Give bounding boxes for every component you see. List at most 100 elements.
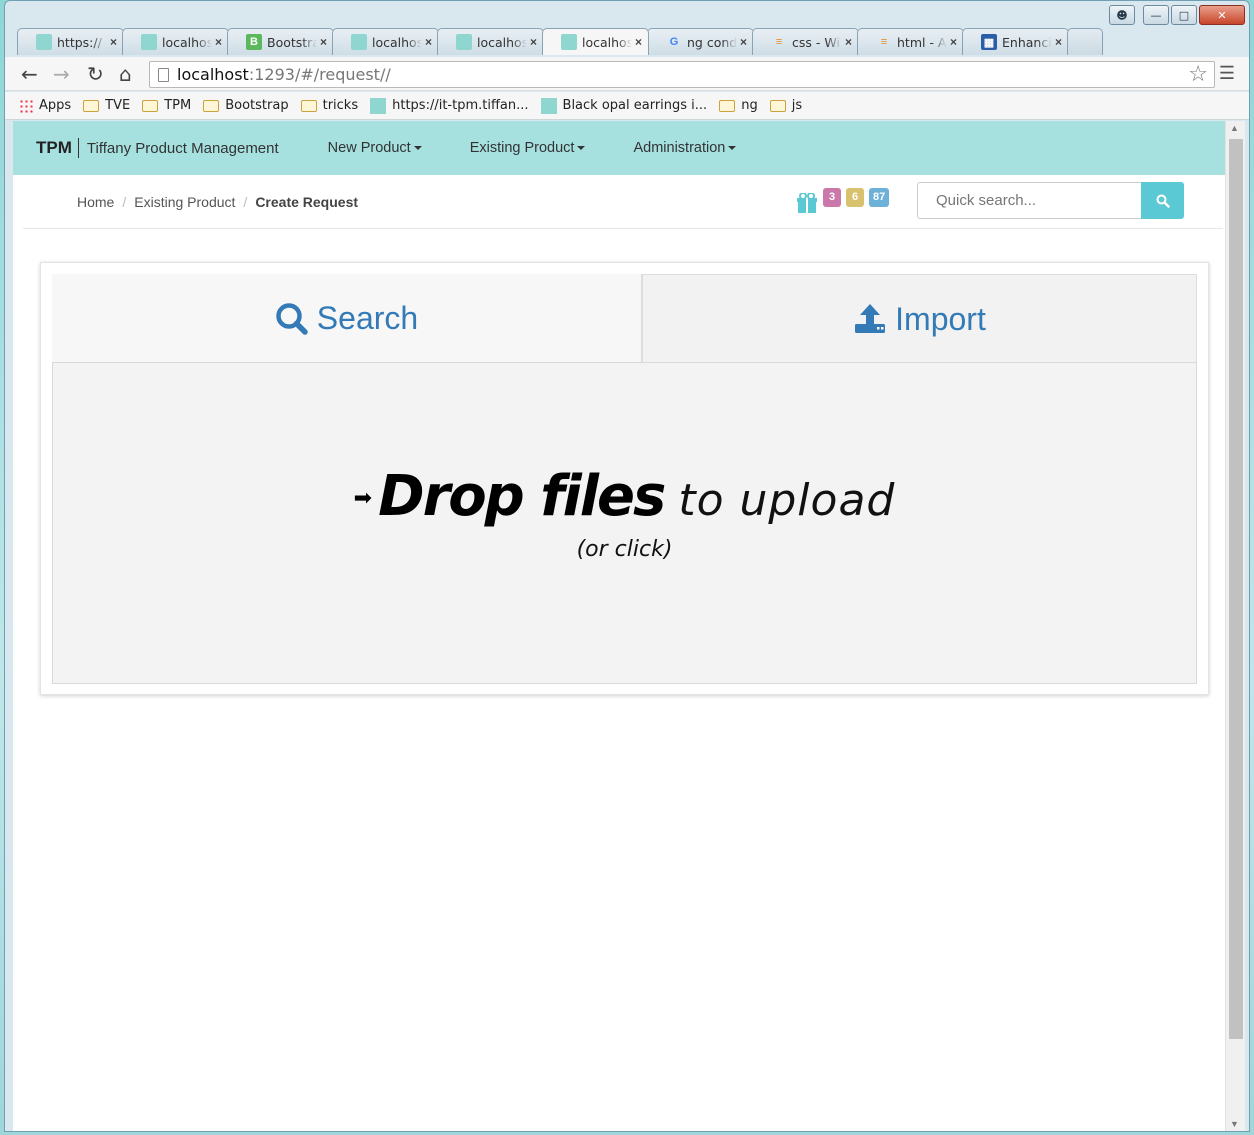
search-button[interactable] bbox=[1141, 182, 1184, 219]
tab-title: localhost bbox=[477, 34, 527, 50]
nav-administration[interactable]: Administration bbox=[633, 140, 737, 156]
bookmark-label: js bbox=[791, 98, 803, 113]
nav-new-product[interactable]: New Product bbox=[328, 140, 422, 156]
file-dropzone[interactable]: ➡ Drop files to upload (or click) bbox=[52, 362, 1197, 684]
quick-search-input[interactable] bbox=[917, 182, 1142, 219]
drop-strong-text: Drop files bbox=[378, 464, 666, 529]
bookmark-label: TPM bbox=[164, 98, 192, 113]
page-viewport: TPM Tiffany Product Management New Produ… bbox=[13, 121, 1225, 1131]
bookmark-item[interactable]: js bbox=[769, 98, 803, 113]
bookmark-item[interactable]: Apps bbox=[19, 98, 71, 113]
gift-icon[interactable] bbox=[796, 193, 818, 213]
close-tab-icon[interactable]: × bbox=[1055, 35, 1062, 49]
tab-title: Enhanci bbox=[1002, 34, 1052, 50]
browser-tab[interactable]: localhost × bbox=[332, 28, 439, 55]
drop-line: ➡ Drop files to upload bbox=[354, 464, 896, 529]
breadcrumb-separator: / bbox=[122, 194, 127, 210]
apps-grid-icon bbox=[19, 98, 33, 113]
drop-sub-text: (or click) bbox=[576, 537, 673, 562]
badge-count-1[interactable]: 3 bbox=[823, 188, 841, 207]
teal-square-icon bbox=[351, 34, 367, 50]
app-navbar: TPM Tiffany Product Management New Produ… bbox=[13, 121, 1225, 175]
bookmark-item[interactable]: Bootstrap bbox=[203, 98, 289, 113]
window-controls: ☻ — □ ✕ bbox=[1109, 5, 1245, 25]
drop-light-text: to upload bbox=[678, 475, 896, 526]
close-tab-icon[interactable]: × bbox=[110, 35, 117, 49]
request-panel: Search Import ➡ Drop files to upload (or… bbox=[40, 262, 1209, 695]
close-tab-icon[interactable]: × bbox=[215, 35, 222, 49]
bookmark-label: Bootstrap bbox=[225, 98, 289, 113]
bookmark-item[interactable]: TPM bbox=[142, 98, 191, 113]
browser-tab[interactable]: localhost × bbox=[122, 28, 229, 55]
browser-toolbar: ← → ↻ ⌂ localhost:1293/#/request// ☆ ☰ bbox=[5, 57, 1249, 91]
close-tab-icon[interactable]: × bbox=[320, 35, 327, 49]
tab-title: ng cond bbox=[687, 34, 737, 50]
folder-icon bbox=[142, 99, 159, 112]
tab-title: html - A bbox=[897, 34, 947, 50]
arrow-right-icon: ➡ bbox=[353, 486, 373, 511]
reload-icon[interactable]: ↻ bbox=[87, 62, 104, 86]
badge-count-2[interactable]: 6 bbox=[846, 188, 864, 207]
brand-subtitle[interactable]: Tiffany Product Management bbox=[87, 140, 279, 157]
close-tab-icon[interactable]: × bbox=[740, 35, 747, 49]
forward-arrow-icon[interactable]: → bbox=[53, 62, 70, 86]
scroll-thumb[interactable] bbox=[1229, 139, 1243, 1039]
browser-tab[interactable]: ▦ Enhanci × bbox=[962, 28, 1069, 55]
page-scrollbar[interactable]: ▲ ▼ bbox=[1225, 121, 1245, 1131]
bookmark-item[interactable]: https://it-tpm.tiffan... bbox=[370, 97, 529, 114]
home-icon[interactable]: ⌂ bbox=[119, 62, 132, 86]
browser-tab[interactable]: ≡ html - A × bbox=[857, 28, 964, 55]
breadcrumb-current: Create Request bbox=[255, 194, 359, 210]
nav-new-product-label: New Product bbox=[327, 140, 411, 156]
nav-existing-product[interactable]: Existing Product bbox=[470, 140, 586, 156]
folder-icon bbox=[203, 99, 220, 112]
browser-tab[interactable]: localhost × bbox=[437, 28, 544, 55]
close-tab-icon[interactable]: × bbox=[425, 35, 432, 49]
close-tab-icon[interactable]: × bbox=[635, 35, 642, 49]
browser-tab[interactable]: localhost × bbox=[542, 28, 649, 55]
bookmarks-bar: Apps TVE TPM Bootstrap tricks https://it-tpm.… bbox=[5, 92, 1249, 120]
browser-tab[interactable]: B Bootstrap × bbox=[227, 28, 334, 55]
search-icon bbox=[275, 302, 309, 336]
address-bar[interactable]: localhost:1293/#/request// ☆ bbox=[149, 61, 1215, 88]
brand-logo[interactable]: TPM bbox=[36, 138, 79, 158]
teal-square-icon bbox=[141, 34, 157, 50]
close-tab-icon[interactable]: × bbox=[530, 35, 537, 49]
address-host: localhost bbox=[177, 65, 249, 84]
browser-menu-icon[interactable]: ☰ bbox=[1219, 63, 1235, 84]
badge-count-3[interactable]: 87 bbox=[869, 188, 890, 207]
tab-import[interactable]: Import bbox=[642, 274, 1197, 363]
scroll-up-icon[interactable]: ▲ bbox=[1230, 123, 1239, 133]
user-profile-icon[interactable]: ☻ bbox=[1109, 5, 1135, 25]
bookmark-item[interactable]: tricks bbox=[300, 98, 359, 113]
tab-search[interactable]: Search bbox=[52, 274, 642, 363]
breadcrumb-existing-product[interactable]: Existing Product bbox=[134, 194, 235, 210]
bookmark-label: tricks bbox=[322, 98, 359, 113]
bookmark-label: https://it-tpm.tiffan... bbox=[392, 98, 529, 113]
scroll-down-icon[interactable]: ▼ bbox=[1230, 1119, 1239, 1129]
tab-title: localhost bbox=[582, 34, 632, 50]
folder-icon bbox=[769, 99, 786, 112]
breadcrumb-separator: / bbox=[243, 194, 248, 210]
bookmark-item[interactable]: Black opal earrings i... bbox=[540, 97, 707, 114]
stackoverflow-icon: ≡ bbox=[775, 36, 783, 48]
close-tab-icon[interactable]: × bbox=[950, 35, 957, 49]
browser-tab[interactable]: Gng cond × bbox=[647, 28, 754, 55]
browser-tab[interactable]: ≡ css - Wi × bbox=[752, 28, 859, 55]
teal-square-icon bbox=[456, 34, 472, 50]
bookmark-item[interactable]: TVE bbox=[83, 98, 130, 113]
tab-title: https:// bbox=[57, 34, 102, 50]
bookmark-label: Apps bbox=[39, 98, 72, 113]
maximize-button[interactable]: □ bbox=[1171, 5, 1197, 25]
bookmark-item[interactable]: ng bbox=[719, 98, 758, 113]
close-window-button[interactable]: ✕ bbox=[1199, 5, 1245, 25]
browser-tab[interactable]: https:// × bbox=[17, 28, 124, 55]
breadcrumb-home[interactable]: Home bbox=[77, 194, 114, 210]
minimize-button[interactable]: — bbox=[1143, 5, 1169, 25]
bookmark-star-icon[interactable]: ☆ bbox=[1188, 62, 1208, 87]
back-arrow-icon[interactable]: ← bbox=[21, 62, 38, 86]
new-tab-button[interactable] bbox=[1067, 28, 1103, 55]
browser-window: ☻ — □ ✕ https://× localhost × B Bootstrap × lo… bbox=[4, 0, 1250, 1132]
tab-title: localhost bbox=[162, 34, 212, 50]
close-tab-icon[interactable]: × bbox=[845, 35, 852, 49]
